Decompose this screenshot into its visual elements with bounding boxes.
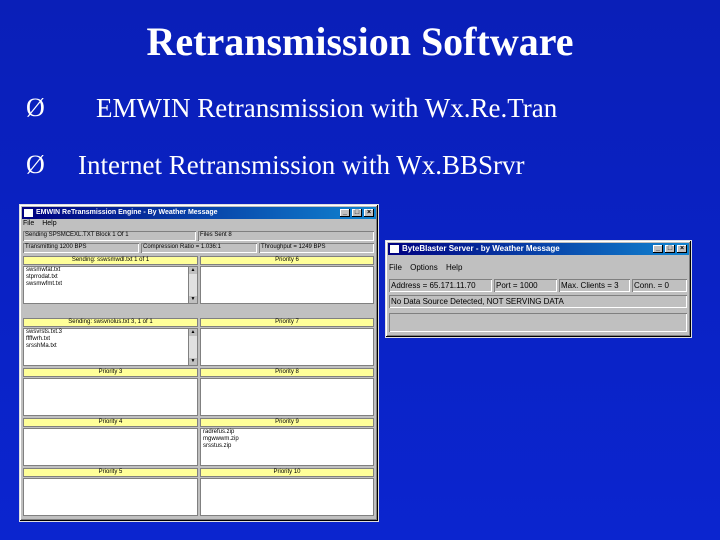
queue-item[interactable]: radrefus.zip	[201, 429, 373, 436]
log-area	[389, 313, 687, 332]
window-title: ByteBlaster Server - by Weather Message	[402, 244, 560, 253]
maximize-button[interactable]: □	[665, 245, 675, 253]
queue-item[interactable]: swsvrsts.txt.3	[24, 329, 197, 336]
queue-item[interactable]: swsmwfmt.txt	[24, 281, 197, 288]
port-field: Port = 1000	[494, 279, 557, 292]
priority-queue-list[interactable]	[200, 478, 374, 516]
scroll-down-icon[interactable]: ▼	[189, 358, 197, 365]
scroll-up-icon[interactable]: ▲	[189, 267, 197, 274]
sending-status: Sending SPSMCEXL.TXT Block 1 Of 1	[23, 231, 196, 241]
priority-header: Priority 9	[200, 418, 374, 427]
priority-queue-list[interactable]	[23, 478, 198, 516]
scrollbar[interactable]: ▲ ▼	[188, 329, 197, 365]
server-status: No Data Source Detected, NOT SERVING DAT…	[389, 295, 687, 308]
retran-window: EMWIN ReTransmission Engine - By Weather…	[19, 204, 379, 522]
menu-file[interactable]: File	[23, 220, 34, 227]
bullet-mark-icon: Ø	[26, 93, 45, 122]
priority-header: Priority 7	[200, 318, 374, 327]
bbs-window: ByteBlaster Server - by Weather Message …	[385, 240, 692, 338]
queue-item[interactable]: mgwwwm.zip	[201, 436, 373, 443]
app-icon	[24, 209, 33, 217]
menu-bar: File Options Help	[389, 263, 468, 272]
address-field: Address = 65.171.11.70	[389, 279, 492, 292]
priority-header: Priority 3	[23, 368, 198, 377]
queue-item[interactable]: srsshMa.txt	[24, 343, 197, 350]
menu-file[interactable]: File	[389, 263, 402, 272]
priority-queue-list[interactable]: swsvrsts.txt.3 ffffwrh.txt srsshMa.txt ▲ ▼	[23, 328, 198, 366]
app-icon	[390, 245, 399, 253]
priority-header: Priority 4	[23, 418, 198, 427]
priority-header: Priority 8	[200, 368, 374, 377]
transmit-rate: Transmitting 1200 BPS	[23, 243, 139, 253]
priority-header: Priority 5	[23, 468, 198, 477]
bbs-titlebar[interactable]: ByteBlaster Server - by Weather Message …	[388, 243, 689, 255]
priority-queue-list[interactable]	[200, 328, 374, 366]
scroll-up-icon[interactable]: ▲	[189, 329, 197, 336]
maximize-button[interactable]: □	[352, 209, 362, 217]
queue-item[interactable]: srsstus.zip	[201, 443, 373, 450]
priority-header: Priority 10	[200, 468, 374, 477]
priority-header: Sending: swsvnolus.txt 3, 1 of 1	[23, 318, 198, 327]
minimize-button[interactable]: _	[653, 245, 663, 253]
queue-item[interactable]: swsmwfat.txt	[24, 267, 197, 274]
priority-queue-list[interactable]	[23, 428, 198, 466]
priority-queue-list[interactable]	[23, 378, 198, 416]
close-button[interactable]: ×	[677, 245, 687, 253]
priority-queue-list[interactable]	[200, 266, 374, 304]
priority-queue-list[interactable]: radrefus.zip mgwwwm.zip srsstus.zip	[200, 428, 374, 466]
throughput: Throughput = 1249 BPS	[259, 243, 374, 253]
slide-title: Retransmission Software	[146, 19, 574, 64]
priority-queue-list[interactable]: swsmwfat.txt stprrodat.txt swsmwfmt.txt ▲ ▼	[23, 266, 198, 304]
compression-ratio: Compression Ratio = 1.036:1	[141, 243, 257, 253]
scrollbar[interactable]: ▲ ▼	[188, 267, 197, 303]
menu-help[interactable]: Help	[446, 263, 462, 272]
window-title: EMWIN ReTransmission Engine - By Weather…	[36, 209, 218, 216]
bullet-text: Internet Retransmission with Wx.BBSrvr	[78, 150, 525, 180]
close-button[interactable]: ×	[364, 209, 374, 217]
retran-titlebar[interactable]: EMWIN ReTransmission Engine - By Weather…	[22, 207, 376, 219]
queue-item[interactable]: stprrodat.txt	[24, 274, 197, 281]
priority-header: Priority 6	[200, 256, 374, 265]
menu-help[interactable]: Help	[42, 220, 56, 227]
menu-options[interactable]: Options	[410, 263, 438, 272]
minimize-button[interactable]: _	[340, 209, 350, 217]
max-clients-field: Max. Clients = 3	[559, 279, 630, 292]
files-sent-status: Files Sent 8	[198, 231, 374, 241]
connections-field: Conn. = 0	[632, 279, 687, 292]
bullet-mark-icon: Ø	[26, 150, 45, 179]
scroll-down-icon[interactable]: ▼	[189, 296, 197, 303]
priority-queue-list[interactable]	[200, 378, 374, 416]
bullet-text: EMWIN Retransmission with Wx.Re.Tran	[96, 93, 558, 123]
queue-item[interactable]: ffffwrh.txt	[24, 336, 197, 343]
menu-bar: File Help	[23, 220, 63, 229]
priority-header: Sending: sswsmwdl.txt 1 of 1	[23, 256, 198, 265]
